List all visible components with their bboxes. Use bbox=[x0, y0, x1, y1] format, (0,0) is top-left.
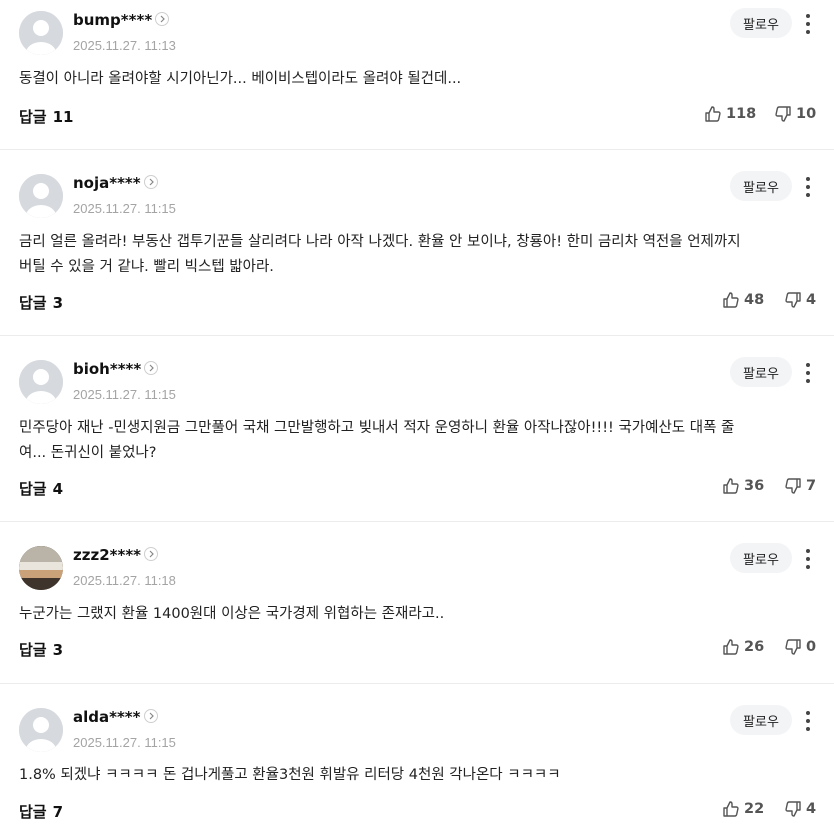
comment-item: bioh**** 2025.11.27. 11:15 팔로우 민주당아 재난 -… bbox=[0, 336, 834, 522]
reply-button[interactable]: 답글 3 bbox=[19, 639, 63, 660]
follow-button[interactable]: 팔로우 bbox=[730, 8, 792, 38]
more-options-icon[interactable] bbox=[801, 361, 815, 385]
comment-timestamp: 2025.11.27. 11:15 bbox=[73, 735, 176, 750]
comment-list: bump**** 2025.11.27. 11:13 팔로우 동결이 아니라 올… bbox=[0, 0, 834, 832]
reply-count: 3 bbox=[52, 641, 64, 659]
comment-text: 동결이 아니라 올려야할 시기아닌가... 베이비스텝이라도 올려야 될건데..… bbox=[19, 71, 462, 87]
like-button[interactable]: 22 bbox=[722, 800, 764, 818]
thumbs-up-icon bbox=[723, 801, 739, 817]
thumbs-down-icon bbox=[785, 639, 801, 655]
more-options-icon[interactable] bbox=[801, 709, 815, 733]
thumbs-up-icon bbox=[723, 478, 739, 494]
reply-count: 3 bbox=[52, 294, 64, 312]
avatar[interactable] bbox=[19, 708, 63, 752]
follow-button[interactable]: 팔로우 bbox=[730, 543, 792, 573]
dislike-button[interactable]: 10 bbox=[774, 105, 816, 123]
reply-button[interactable]: 답글 11 bbox=[19, 106, 73, 127]
chevron-right-icon[interactable] bbox=[144, 709, 158, 723]
like-button[interactable]: 118 bbox=[704, 105, 756, 123]
comment-nickname[interactable]: alda**** bbox=[73, 708, 141, 726]
avatar[interactable] bbox=[19, 546, 63, 590]
comment-nickname[interactable]: bioh**** bbox=[73, 360, 141, 378]
chevron-right-icon[interactable] bbox=[144, 175, 158, 189]
more-options-icon[interactable] bbox=[801, 175, 815, 199]
comment-nickname[interactable]: zzz2**** bbox=[73, 546, 141, 564]
comment-timestamp: 2025.11.27. 11:15 bbox=[73, 387, 176, 402]
comment-text: 누군가는 그랬지 환율 1400원대 이상은 국가경제 위협하는 존재라고.. bbox=[19, 606, 445, 622]
like-count: 36 bbox=[744, 478, 765, 494]
chevron-right-icon[interactable] bbox=[144, 547, 158, 561]
thumbs-down-icon bbox=[785, 801, 801, 817]
like-count: 22 bbox=[744, 801, 765, 817]
dislike-button[interactable]: 7 bbox=[784, 477, 816, 495]
like-button[interactable]: 36 bbox=[722, 477, 764, 495]
thumbs-down-icon bbox=[775, 106, 791, 122]
follow-button[interactable]: 팔로우 bbox=[730, 357, 792, 387]
comment-nickname[interactable]: noja**** bbox=[73, 174, 141, 192]
reply-count: 7 bbox=[52, 803, 64, 821]
comment-timestamp: 2025.11.27. 11:15 bbox=[73, 201, 176, 216]
comment-text: 1.8% 되겠냐 ㅋㅋㅋㅋ 돈 겁나게풀고 환율3천원 휘발유 리터당 4천원 … bbox=[19, 767, 561, 783]
thumbs-up-icon bbox=[723, 639, 739, 655]
comment-item: alda**** 2025.11.27. 11:15 팔로우 1.8% 되겠냐 … bbox=[0, 684, 834, 832]
like-count: 26 bbox=[744, 639, 765, 655]
like-count: 48 bbox=[744, 292, 765, 308]
thumbs-down-icon bbox=[785, 292, 801, 308]
dislike-button[interactable]: 4 bbox=[784, 291, 816, 309]
more-options-icon[interactable] bbox=[801, 12, 815, 36]
comment-timestamp: 2025.11.27. 11:18 bbox=[73, 573, 176, 588]
dislike-count: 4 bbox=[806, 292, 817, 308]
reply-count: 11 bbox=[52, 108, 74, 126]
reply-button[interactable]: 답글 4 bbox=[19, 478, 63, 499]
avatar[interactable] bbox=[19, 360, 63, 404]
chevron-right-icon[interactable] bbox=[155, 12, 169, 26]
reply-count: 4 bbox=[52, 480, 64, 498]
more-options-icon[interactable] bbox=[801, 547, 815, 571]
comment-nickname[interactable]: bump**** bbox=[73, 11, 152, 29]
like-button[interactable]: 26 bbox=[722, 638, 764, 656]
comment-item: bump**** 2025.11.27. 11:13 팔로우 동결이 아니라 올… bbox=[0, 0, 834, 150]
follow-button[interactable]: 팔로우 bbox=[730, 705, 792, 735]
reply-label: 답글 bbox=[19, 108, 47, 126]
thumbs-up-icon bbox=[723, 292, 739, 308]
chevron-right-icon[interactable] bbox=[144, 361, 158, 375]
reply-button[interactable]: 답글 7 bbox=[19, 801, 63, 822]
like-button[interactable]: 48 bbox=[722, 291, 764, 309]
reply-label: 답글 bbox=[19, 641, 47, 659]
reply-label: 답글 bbox=[19, 294, 47, 312]
follow-button[interactable]: 팔로우 bbox=[730, 171, 792, 201]
comment-text: 금리 얼른 올려라! 부동산 갭투기꾼들 살리려다 나라 아작 나겠다. 환율 … bbox=[19, 234, 741, 275]
thumbs-up-icon bbox=[705, 106, 721, 122]
dislike-count: 10 bbox=[796, 106, 817, 122]
dislike-count: 7 bbox=[806, 478, 817, 494]
dislike-count: 0 bbox=[806, 639, 817, 655]
dislike-button[interactable]: 4 bbox=[784, 800, 816, 818]
like-count: 118 bbox=[726, 106, 757, 122]
comment-text: 민주당아 재난 -민생지원금 그만풀어 국채 그만발행하고 빚내서 적자 운영하… bbox=[19, 420, 735, 461]
reply-button[interactable]: 답글 3 bbox=[19, 292, 63, 313]
comment-timestamp: 2025.11.27. 11:13 bbox=[73, 38, 176, 53]
thumbs-down-icon bbox=[785, 478, 801, 494]
comment-item: zzz2**** 2025.11.27. 11:18 팔로우 누군가는 그랬지 … bbox=[0, 522, 834, 684]
reply-label: 답글 bbox=[19, 803, 47, 821]
reply-label: 답글 bbox=[19, 480, 47, 498]
avatar[interactable] bbox=[19, 174, 63, 218]
avatar[interactable] bbox=[19, 11, 63, 55]
dislike-count: 4 bbox=[806, 801, 817, 817]
comment-item: noja**** 2025.11.27. 11:15 팔로우 금리 얼른 올려라… bbox=[0, 150, 834, 336]
dislike-button[interactable]: 0 bbox=[784, 638, 816, 656]
